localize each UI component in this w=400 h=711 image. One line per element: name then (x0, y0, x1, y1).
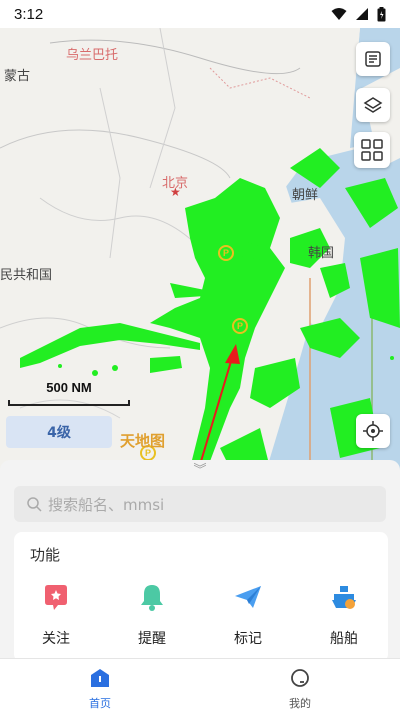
function-mark-label: 标记 (234, 631, 262, 647)
bell-icon (141, 585, 163, 611)
scale-label: 500 NM (46, 380, 92, 395)
bottom-nav: 首页 我的 (0, 658, 400, 711)
nav-profile[interactable]: 我的 (260, 667, 340, 711)
paper-plane-icon (235, 586, 261, 608)
locate-icon (363, 421, 383, 441)
nav-profile-label: 我的 (289, 697, 311, 710)
status-time: 3:12 (14, 5, 44, 23)
function-card: 功能 关注 提醒 标记 船舶 (14, 532, 388, 662)
news-button[interactable] (356, 42, 390, 76)
locate-button[interactable] (356, 414, 390, 448)
label-tianditu: 天地图 (120, 432, 166, 450)
svg-text:P: P (237, 321, 243, 331)
zoom-level-badge[interactable]: 4级 (6, 416, 112, 448)
function-remind-label: 提醒 (138, 631, 166, 647)
chevron-down-icon[interactable]: ︾ (0, 464, 400, 478)
function-follow-label: 关注 (42, 631, 70, 647)
search-placeholder: 搜索船名、mmsi (48, 495, 165, 514)
bottom-sheet: ︾ 搜索船名、mmsi 功能 关注 提醒 标记 船舶 (0, 460, 400, 662)
label-beijing: 北京 (162, 176, 189, 191)
label-menggu: 蒙古 (4, 69, 31, 84)
grid-button[interactable] (354, 132, 390, 168)
nav-home-label: 首页 (89, 697, 111, 710)
layers-icon (363, 97, 383, 113)
ship-icon (332, 586, 356, 609)
wifi-icon (331, 8, 347, 20)
function-title: 功能 (30, 546, 61, 564)
label-hanguo: 韩国 (308, 246, 335, 261)
signal-icon (356, 8, 368, 20)
profile-icon (291, 669, 309, 687)
function-follow[interactable]: 关注 (16, 582, 96, 648)
grid-icon (361, 139, 383, 161)
news-icon (365, 51, 381, 67)
status-bar: 3:12 (0, 0, 400, 28)
layers-button[interactable] (356, 88, 390, 122)
battery-icon (377, 6, 386, 21)
search-input[interactable]: 搜索船名、mmsi (14, 486, 386, 522)
function-ship-label: 船舶 (330, 631, 358, 647)
home-icon (91, 669, 109, 687)
label-renmin-gongheguo: 民共和国 (0, 268, 53, 283)
label-chaoxian: 朝鲜 (292, 188, 319, 203)
function-ship[interactable]: 船舶 (304, 582, 384, 648)
function-remind[interactable]: 提醒 (112, 582, 192, 648)
function-mark[interactable]: 标记 (208, 582, 288, 648)
map-scale: 500 NM (8, 380, 130, 406)
search-icon (27, 497, 42, 512)
label-wulanbatuo: 乌兰巴托 (66, 48, 119, 63)
star-heart-icon (45, 585, 67, 610)
nav-home[interactable]: 首页 (60, 667, 140, 711)
svg-text:P: P (223, 248, 229, 258)
scale-bar (8, 400, 130, 406)
